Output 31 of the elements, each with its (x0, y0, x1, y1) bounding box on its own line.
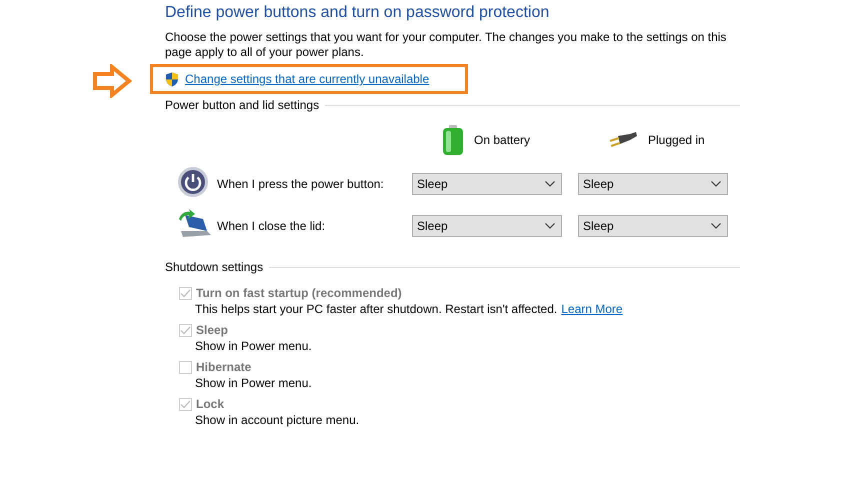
change-settings-link[interactable]: Change settings that are currently unavailable (185, 72, 430, 86)
arrow-icon (92, 64, 132, 98)
dropdown[interactable]: Sleep (412, 214, 562, 236)
option-description: This helps start your PC faster after shutdown. Restart isn't affected. (195, 302, 558, 318)
dropdown[interactable]: Sleep (578, 214, 728, 236)
section-heading: Power button and lid settings (165, 98, 320, 112)
option-description: Show in Power menu. (195, 376, 312, 392)
section-heading: Shutdown settings (165, 260, 264, 274)
option-description: Show in account picture menu. (195, 413, 360, 429)
intro-text: Choose the power settings that you want for your computer. The changes you make to the settings on this page apply to all of your power plans. (165, 30, 728, 60)
column-label: On battery (474, 133, 530, 147)
power-icon (177, 166, 209, 198)
dropdown[interactable]: Sleep (578, 172, 728, 194)
setting-label: When I press the power button: (217, 176, 385, 190)
option-description: Show in Power menu. (195, 339, 312, 355)
page-title: Define power buttons and turn on password protection (165, 4, 550, 22)
column-label: Plugged in (648, 133, 705, 147)
dropdown[interactable]: Sleep (412, 172, 562, 194)
chevron-icon (711, 222, 721, 228)
option-label: Turn on fast startup (recommended) (196, 286, 402, 300)
chevron-icon (545, 180, 555, 186)
option-label: Lock (196, 397, 224, 411)
option-label: Sleep (196, 323, 228, 337)
setting-label: When I close the lid: (217, 218, 326, 232)
plug-icon (608, 130, 638, 150)
option-label: Hibernate (196, 360, 252, 374)
chevron-icon (711, 180, 721, 186)
laptop-icon (177, 209, 211, 239)
battery-icon (442, 125, 464, 155)
chevron-icon (545, 222, 555, 228)
shield-icon (165, 72, 179, 86)
